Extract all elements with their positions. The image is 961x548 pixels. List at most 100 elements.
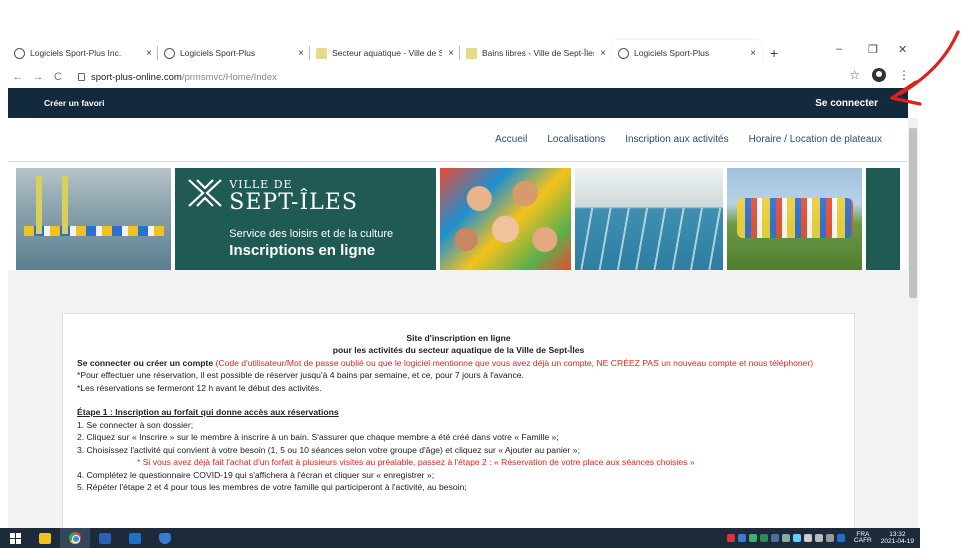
folder-icon — [39, 532, 51, 544]
city-favicon-icon — [466, 47, 477, 59]
red-annotation-arrow — [890, 30, 960, 106]
nav-accueil[interactable]: Accueil — [495, 134, 527, 145]
scrollbar-thumb[interactable] — [909, 128, 917, 298]
step-item-partial: 5. Répéter l'étape 2 et 4 pour tous les … — [77, 481, 467, 492]
info-card: Site d'inscription en ligne pour les act… — [62, 313, 855, 548]
bookmark-star-icon[interactable]: ☆ — [849, 68, 860, 82]
volume-icon[interactable] — [815, 534, 824, 542]
tab-sport-plus-active[interactable]: Logiciels Sport-Plus × — [612, 40, 762, 66]
banner: VILLE DE SEPT-ÎLES Service des loisirs e… — [16, 168, 900, 270]
tray-app-icon[interactable] — [738, 534, 747, 542]
step-item: 1. Se connecter à son dossier; — [77, 419, 194, 430]
tab-title: Secteur aquatique - Ville de Se — [332, 48, 443, 58]
forfait-red-note: * Si vous avez déjà fait l'achat d'un fo… — [137, 457, 695, 468]
note-reservation: *Pour effectuer une réservation, il est … — [77, 370, 524, 381]
restore-button[interactable]: ❐ — [868, 38, 878, 60]
brand-city-name: SEPT-ÎLES — [229, 190, 358, 215]
lock-icon — [78, 73, 85, 81]
clock-date: 2021-04-19 — [880, 538, 914, 545]
login-link[interactable]: Se connecter — [815, 98, 878, 109]
login-instruction: Se connecter ou créer un compte — [77, 357, 214, 368]
tab-secteur-aquatique[interactable]: Secteur aquatique - Ville de Se × — [310, 40, 460, 66]
page-scrollbar[interactable] — [908, 118, 918, 528]
tray-app-icon[interactable] — [727, 534, 736, 542]
tray-app-icon[interactable] — [771, 534, 780, 542]
login-paragraph: Se connecter ou créer un compte (Code d'… — [77, 357, 840, 369]
banner-pool-photo — [16, 168, 172, 270]
forward-button[interactable]: → — [28, 71, 48, 83]
card-title-1: Site d'inscription en ligne — [406, 333, 511, 343]
note-closing: *Les réservations se fermeront 12 h avan… — [77, 382, 322, 393]
keyboard-layout: CAFR — [854, 537, 872, 544]
tray-app-icon[interactable] — [760, 534, 769, 542]
url-path: /prmsmvc/Home/Index — [181, 71, 277, 83]
windows-taskbar: FRA CAFR 13:32 2021-04-19 — [0, 528, 920, 548]
chrome-icon — [69, 532, 81, 544]
tab-title: Logiciels Sport-Plus — [634, 48, 710, 58]
windows-logo-icon — [9, 532, 21, 544]
login-warning: (Code d'utilisateur/Mot de passe oublié … — [213, 357, 814, 368]
shield-icon — [159, 532, 171, 544]
tray-app-icon[interactable] — [749, 534, 758, 542]
battery-icon[interactable] — [782, 534, 791, 542]
tab-close-icon[interactable]: × — [448, 48, 454, 59]
step-item: 3. Choisissez l'activité qui convient à … — [77, 444, 580, 455]
card-title-2: pour les activités du secteur aquatique … — [332, 345, 585, 356]
system-tray: FRA CAFR 13:32 2021-04-19 — [727, 528, 920, 548]
screen: Logiciels Sport-Plus Inc. × Logiciels Sp… — [0, 0, 961, 548]
taskbar-clock[interactable]: 13:32 2021-04-19 — [881, 531, 914, 545]
browser-tab-strip: Logiciels Sport-Plus Inc. × Logiciels Sp… — [8, 38, 918, 66]
taskbar-chrome[interactable] — [60, 528, 90, 548]
brand-inscriptions: Inscriptions en ligne — [229, 242, 376, 259]
taskbar-word[interactable] — [90, 528, 120, 548]
address-bar-row: ← → C sport-plus-online.com /prmsmvc/Hom… — [8, 66, 918, 88]
site-top-bar: Créer un favori Se connecter — [8, 88, 908, 118]
outlook-icon — [129, 532, 141, 544]
create-favorite-link[interactable]: Créer un favori — [44, 98, 104, 108]
tab-bains-libres[interactable]: Bains libres - Ville de Sept-Îles × — [460, 40, 612, 66]
tab-sport-plus[interactable]: Logiciels Sport-Plus × — [158, 40, 310, 66]
banner-green-block — [866, 168, 900, 270]
globe-icon — [14, 47, 25, 59]
city-favicon-icon — [316, 47, 327, 59]
taskbar-defender[interactable] — [150, 528, 180, 548]
banner-group-photo — [726, 168, 863, 270]
nav-inscription-activites[interactable]: Inscription aux activités — [625, 134, 728, 145]
tab-close-icon[interactable]: × — [750, 48, 756, 59]
sept-iles-logo-icon — [188, 179, 223, 207]
brand-box: VILLE DE SEPT-ÎLES Service des loisirs e… — [175, 168, 437, 270]
tab-close-icon[interactable]: × — [298, 48, 304, 59]
taskbar-outlook[interactable] — [120, 528, 150, 548]
wifi-icon[interactable] — [804, 534, 813, 542]
step-item: 4. Complétez le questionnaire COVID-19 q… — [77, 469, 435, 480]
keyboard-icon[interactable] — [826, 534, 835, 542]
url-field[interactable]: sport-plus-online.com /prmsmvc/Home/Inde… — [78, 72, 277, 83]
tab-title: Bains libres - Ville de Sept-Îles — [482, 48, 595, 58]
taskbar-file-explorer[interactable] — [30, 528, 60, 548]
banner-kids-photo — [440, 168, 572, 270]
onedrive-icon[interactable] — [837, 534, 846, 542]
back-button[interactable]: ← — [8, 71, 28, 83]
brand-service: Service des loisirs et de la culture — [229, 228, 394, 240]
tab-close-icon[interactable]: × — [146, 48, 152, 59]
tab-close-icon[interactable]: × — [600, 48, 606, 59]
globe-icon — [618, 47, 629, 59]
network-icon[interactable] — [793, 534, 802, 542]
tab-title: Logiciels Sport-Plus — [180, 48, 256, 58]
banner-indoor-pool-photo — [575, 168, 723, 270]
reload-button[interactable]: C — [48, 71, 68, 83]
globe-icon — [164, 47, 175, 59]
word-icon — [99, 532, 111, 544]
step-item: 2. Cliquez sur « Inscrire » sur le membr… — [77, 432, 559, 443]
language-indicator[interactable]: FRA CAFR — [854, 531, 872, 545]
windows-start-button[interactable] — [0, 528, 30, 548]
url-host: sport-plus-online.com — [91, 71, 182, 83]
main-nav: Accueil Localisations Inscription aux ac… — [8, 118, 908, 162]
tab-sport-plus-inc[interactable]: Logiciels Sport-Plus Inc. × — [8, 40, 158, 66]
nav-localisations[interactable]: Localisations — [547, 134, 605, 145]
minimize-button[interactable]: – — [836, 38, 842, 60]
step1-title: Étape 1 : Inscription au forfait qui don… — [77, 407, 339, 418]
tab-title: Logiciels Sport-Plus Inc. — [30, 48, 122, 58]
nav-horaire-location[interactable]: Horaire / Location de plateaux — [749, 134, 882, 145]
new-tab-button[interactable]: + — [762, 40, 786, 66]
